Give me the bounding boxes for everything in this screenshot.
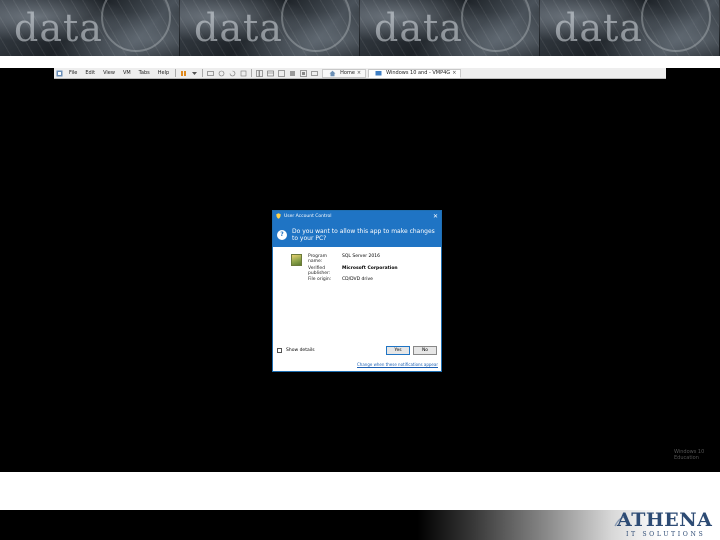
vm-toolbar: File Edit View VM Tabs Help Home × Windo… <box>54 68 666 79</box>
toolbar-divider <box>251 69 253 77</box>
publisher-value: Microsoft Corporation <box>342 265 398 271</box>
console-view-icon[interactable] <box>278 69 285 77</box>
thumbnail-icon[interactable] <box>267 70 274 77</box>
file-origin-label: File origin: <box>308 277 332 282</box>
tab-home[interactable]: Home × <box>322 68 367 78</box>
program-name-label: Program name: <box>308 254 327 264</box>
menu-tabs[interactable]: Tabs <box>139 70 150 76</box>
uac-titlebar: User Account Control ✕ <box>273 211 441 222</box>
file-origin-value: CD/DVD drive <box>342 277 373 282</box>
logo-brand: ATHENA <box>617 509 713 531</box>
banner-tile: data <box>0 0 180 56</box>
unity-icon[interactable] <box>300 69 307 77</box>
vm-os-watermark: Windows 10 Education <box>674 449 705 461</box>
toolbar-divider <box>175 69 177 77</box>
full-screen-icon[interactable] <box>289 70 296 77</box>
send-keys-icon[interactable] <box>207 70 214 77</box>
tab-windows-vm[interactable]: Windows 10 and - VMP4G × <box>368 68 462 78</box>
vm-console: File Edit View VM Tabs Help Home × Windo… <box>0 68 720 472</box>
uac-dialog: User Account Control ✕ ? Do you want to … <box>272 210 442 372</box>
banner-word: data <box>14 6 103 50</box>
no-button[interactable]: No <box>413 345 437 355</box>
uac-info: Program name: SQL Server 2016 Verified p… <box>273 247 441 282</box>
banner-word: data <box>374 6 463 50</box>
shield-icon <box>276 212 281 221</box>
vm-icon <box>375 70 382 77</box>
toolbar-divider <box>202 69 204 77</box>
show-details-toggle[interactable] <box>277 347 282 353</box>
pause-icon[interactable] <box>180 70 187 77</box>
menu-help[interactable]: Help <box>158 70 169 76</box>
banner-word: data <box>554 6 643 50</box>
header-banner: data data data data <box>0 0 720 56</box>
close-icon[interactable]: ✕ <box>433 213 438 220</box>
tab-label: Windows 10 and - VMP4G <box>386 70 451 76</box>
uac-title: User Account Control <box>284 214 332 219</box>
tab-label: Home <box>340 70 355 76</box>
manage-snapshots-icon[interactable] <box>240 70 247 77</box>
banner-tile: data <box>360 0 540 56</box>
home-icon <box>329 70 336 77</box>
menu-vm[interactable]: VM <box>123 70 131 76</box>
vmware-logo-icon <box>56 70 63 77</box>
banner-word: data <box>194 6 283 50</box>
snapshot-icon[interactable] <box>218 70 225 77</box>
menu-file[interactable]: File <box>69 70 77 76</box>
show-details-label[interactable]: Show details <box>286 348 315 353</box>
revert-icon[interactable] <box>229 70 236 77</box>
program-name-value: SQL Server 2016 <box>342 254 380 259</box>
app-installer-icon <box>291 254 302 266</box>
close-tab-icon[interactable]: × <box>452 70 456 76</box>
close-tab-icon[interactable]: × <box>357 70 361 76</box>
banner-tile: data <box>180 0 360 56</box>
menu-edit[interactable]: Edit <box>85 70 95 76</box>
dropdown-arrow-icon[interactable] <box>191 70 198 77</box>
uac-actions: Show details Yes No <box>273 344 441 356</box>
library-icon[interactable] <box>256 69 263 77</box>
slide: data data data data File Edit View VM Ta… <box>0 0 720 540</box>
stretch-icon[interactable] <box>311 70 318 77</box>
banner-tile: data <box>540 0 720 56</box>
uac-details: Program name: SQL Server 2016 Verified p… <box>308 254 398 282</box>
menu-view[interactable]: View <box>103 70 115 76</box>
athena-logo: ATHENA IT SOLUTIONS <box>604 507 720 540</box>
question-icon: ? <box>277 229 287 240</box>
yes-button[interactable]: Yes <box>386 345 410 355</box>
change-notifications-link[interactable]: Change when these notifications appear <box>357 362 438 367</box>
logo-subtitle: IT SOLUTIONS <box>626 531 706 538</box>
uac-question: Do you want to allow this app to make ch… <box>292 227 435 242</box>
publisher-label: Verified publisher: <box>308 265 331 276</box>
uac-question-band: ? Do you want to allow this app to make … <box>273 222 441 247</box>
